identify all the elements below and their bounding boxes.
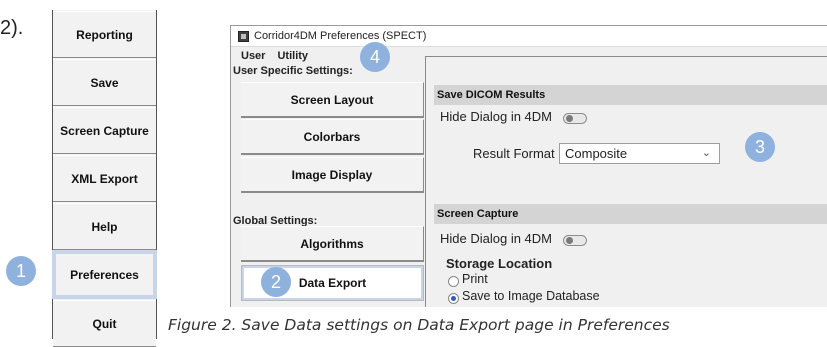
quit-button[interactable]: Quit bbox=[53, 300, 156, 347]
result-format-value: Composite bbox=[565, 146, 628, 161]
print-option-label: Print bbox=[462, 272, 488, 286]
settings-content-pane: Save DICOM Results Hide Dialog in 4DM Re… bbox=[425, 56, 827, 307]
save-button[interactable]: Save bbox=[53, 59, 156, 106]
save-dicom-results-header: Save DICOM Results bbox=[434, 85, 827, 105]
save-dicom-hide-dialog-toggle[interactable] bbox=[563, 113, 587, 124]
menu-utility[interactable]: Utility bbox=[273, 47, 316, 63]
result-format-select[interactable]: Composite ⌄ bbox=[559, 143, 720, 164]
nav-screen-layout[interactable]: Screen Layout bbox=[241, 82, 424, 118]
storage-location-label: Storage Location bbox=[446, 256, 553, 271]
save-to-image-database-label: Save to Image Database bbox=[462, 289, 600, 303]
figure-caption: Figure 2. Save Data settings on Data Exp… bbox=[168, 316, 670, 334]
screen-capture-hide-dialog-label: Hide Dialog in 4DM bbox=[440, 231, 552, 246]
preferences-button[interactable]: Preferences bbox=[52, 250, 157, 299]
user-settings-heading: User Specific Settings: bbox=[233, 65, 353, 77]
chevron-down-icon: ⌄ bbox=[701, 147, 711, 159]
nav-colorbars[interactable]: Colorbars bbox=[241, 119, 424, 155]
app-icon bbox=[238, 30, 249, 42]
callout-2: 2 bbox=[261, 267, 291, 297]
xml-export-button[interactable]: XML Export bbox=[53, 155, 156, 202]
title-bar: Corridor4DM Preferences (SPECT) bbox=[231, 26, 827, 47]
result-format-label: Result Format bbox=[473, 146, 555, 161]
help-button[interactable]: Help bbox=[53, 203, 156, 250]
callout-1: 1 bbox=[6, 256, 36, 286]
menu-user[interactable]: User bbox=[231, 47, 273, 63]
screen-capture-button[interactable]: Screen Capture bbox=[53, 107, 156, 154]
callout-4: 4 bbox=[360, 42, 390, 72]
preferences-window: Corridor4DM Preferences (SPECT) User Uti… bbox=[230, 25, 827, 307]
reporting-button[interactable]: Reporting bbox=[53, 11, 156, 58]
nav-algorithms[interactable]: Algorithms bbox=[241, 226, 424, 262]
screen-capture-hide-dialog-toggle[interactable] bbox=[563, 235, 587, 246]
main-toolbar: Reporting Save Screen Capture XML Export… bbox=[52, 10, 157, 347]
nav-image-display[interactable]: Image Display bbox=[241, 157, 424, 193]
print-radio[interactable] bbox=[448, 276, 459, 287]
save-dicom-hide-dialog-label: Hide Dialog in 4DM bbox=[440, 109, 552, 124]
window-title: Corridor4DM Preferences (SPECT) bbox=[254, 30, 427, 42]
callout-3: 3 bbox=[745, 132, 775, 162]
step-label: 2). bbox=[0, 17, 24, 39]
save-to-image-database-radio[interactable] bbox=[448, 293, 459, 304]
menu-bar: User Utility bbox=[231, 47, 316, 63]
screen-capture-header: Screen Capture bbox=[434, 204, 827, 224]
